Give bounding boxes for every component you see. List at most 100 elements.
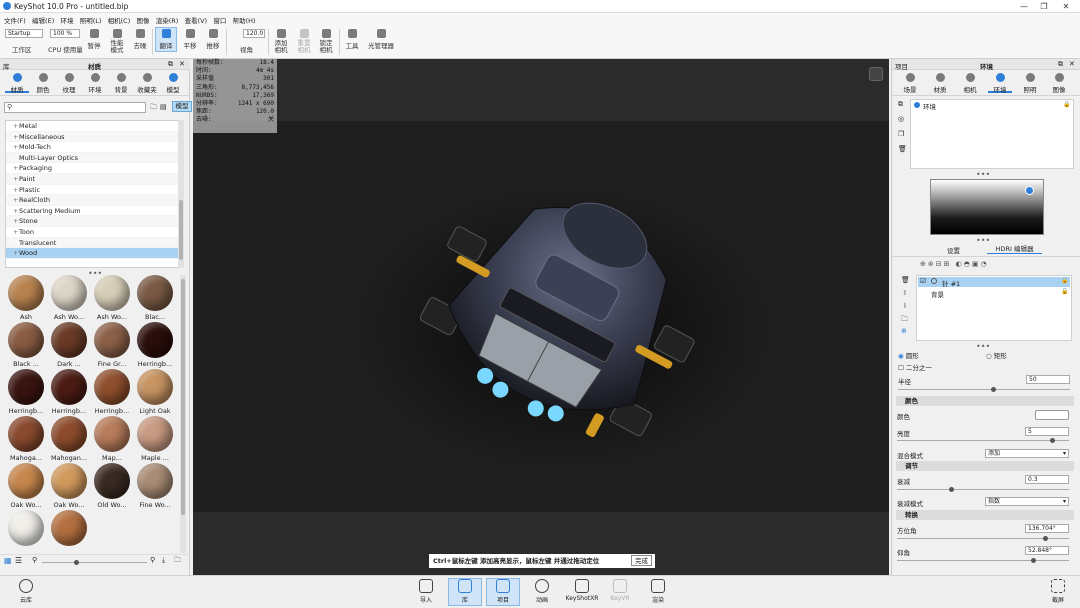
brightness-slider[interactable] <box>897 438 1069 443</box>
blend-mode-select[interactable]: 添加 <box>985 449 1069 458</box>
radius-slider[interactable] <box>898 387 1070 392</box>
tab-hdri-editor[interactable]: HDRI 编辑器 <box>987 243 1042 254</box>
color-swatch[interactable] <box>1035 410 1069 420</box>
pan-button[interactable]: 平移 <box>181 29 199 50</box>
tab-backplates[interactable]: 背景 <box>109 73 133 94</box>
splitter-handle[interactable]: ••• <box>976 170 990 179</box>
menu-window[interactable]: 窗口 <box>213 15 226 25</box>
move-down-icon[interactable]: ⬇ <box>902 302 908 310</box>
tab-scene[interactable]: 场景 <box>898 73 922 94</box>
material-tile[interactable]: Fine Gr... <box>92 322 132 368</box>
tree-item[interactable]: +RealCloth <box>6 195 180 206</box>
workspace-select[interactable]: Startup <box>5 29 43 38</box>
tab-lighting[interactable]: 照明 <box>1018 73 1042 94</box>
tab-camera[interactable]: 相机 <box>958 73 982 94</box>
tab-settings[interactable]: 设置 <box>947 245 960 255</box>
denoise-button[interactable]: 去噪 <box>132 29 148 50</box>
menu-view[interactable]: 查看(V) <box>185 15 208 25</box>
elevation-input[interactable]: 52.848° <box>1025 546 1069 555</box>
tree-item[interactable]: +Plastic <box>6 185 180 196</box>
material-tile[interactable]: Oak Wo... <box>49 463 89 509</box>
folder-icon[interactable]: 🗀 <box>150 103 157 114</box>
target-icon[interactable]: ⊕ <box>901 327 907 335</box>
tree-item[interactable]: Multi-Layer Optics <box>6 152 180 164</box>
fov-input[interactable]: 120.0 <box>243 29 265 38</box>
tab-environment[interactable]: 环境 <box>988 73 1012 94</box>
cloud-library-button[interactable]: 云库 <box>12 579 40 604</box>
grid-scrollbar[interactable] <box>180 275 186 553</box>
pause-button[interactable]: 暂停 <box>86 29 102 50</box>
environment-list-item[interactable]: 环境 🔒 <box>913 101 1071 111</box>
move-up-icon[interactable]: ⬆ <box>902 289 908 297</box>
material-tile[interactable]: Black ... <box>6 322 46 368</box>
azimuth-slider[interactable] <box>897 536 1069 541</box>
half-checkbox[interactable]: ☐ 二分之一 <box>898 362 932 372</box>
menu-environment[interactable]: 环境 <box>60 15 73 25</box>
done-button[interactable]: 完成 <box>631 555 652 566</box>
tree-item[interactable]: +Packaging <box>6 163 180 174</box>
lock-camera-button[interactable]: 锁定 相机 <box>317 29 335 54</box>
animation-button[interactable]: 动画 <box>528 579 556 604</box>
tab-models[interactable]: 模型 <box>161 73 185 94</box>
material-tile[interactable]: Map... <box>92 416 132 462</box>
pin-item[interactable]: 背景 🔒 <box>918 288 1070 299</box>
pin-item[interactable]: ☑ 针 #1 🔒 <box>918 277 1070 288</box>
duplicate-icon[interactable]: ⧉ <box>898 100 903 109</box>
color-section-header[interactable]: 颜色 <box>896 396 1074 406</box>
list-view-icon[interactable]: ☰ <box>15 556 22 565</box>
close-panel-icon[interactable]: ✕ <box>179 60 185 68</box>
thumbnail-size-slider[interactable] <box>42 560 147 565</box>
folder-icon[interactable]: 🗀 <box>901 315 908 326</box>
tab-materials[interactable]: 材质 <box>5 73 29 94</box>
tab-material[interactable]: 材质 <box>928 73 952 94</box>
lock-icon[interactable]: 🔒 <box>1063 101 1070 108</box>
tree-item[interactable]: +Mold-Tech <box>6 142 180 153</box>
material-tile[interactable]: Herringb... <box>135 322 175 368</box>
screenshot-button[interactable]: 截屏 <box>1044 579 1072 604</box>
menu-camera[interactable]: 相机(C) <box>108 15 131 25</box>
material-tile[interactable]: Old Wo... <box>92 463 132 509</box>
close-panel-icon[interactable]: ✕ <box>1069 60 1075 68</box>
checkbox-checked-icon[interactable]: ☑ <box>920 277 926 285</box>
material-tile[interactable]: Mahogan... <box>49 416 89 462</box>
tab-image[interactable]: 图像 <box>1047 73 1071 94</box>
material-tile[interactable]: Herringb... <box>49 369 89 415</box>
copy-icon[interactable]: ❐ <box>898 130 904 138</box>
shape-circle-radio[interactable]: ◉ 圆形 <box>898 350 919 360</box>
keyvr-button[interactable]: KeyVR <box>606 579 634 602</box>
pin-marker[interactable] <box>1025 186 1034 195</box>
add-camera-button[interactable]: 添加 相机 <box>272 29 290 54</box>
falloff-input[interactable]: 0.3 <box>1025 475 1069 484</box>
menu-lighting[interactable]: 照明(L) <box>80 15 102 25</box>
folder-open-icon[interactable]: 🗀 <box>174 556 181 567</box>
material-tile[interactable]: Ash Wo... <box>49 275 89 321</box>
tree-item[interactable]: +Wood <box>6 248 180 259</box>
tab-favorites[interactable]: 收藏夹 <box>135 73 159 94</box>
shape-rect-radio[interactable]: ○ 矩形 <box>986 350 1007 360</box>
zoom-select[interactable]: 100 % <box>50 29 80 38</box>
material-tile[interactable]: Mahoga... <box>6 416 46 462</box>
material-tile[interactable]: Blac... <box>135 275 175 321</box>
tree-item[interactable]: +Miscellaneous <box>6 131 180 143</box>
tree-item[interactable]: +Metal <box>6 121 180 132</box>
material-tile[interactable]: Maple ... <box>135 416 175 462</box>
tree-item[interactable]: +Paint <box>6 173 180 185</box>
material-tile[interactable]: Herringb... <box>6 369 46 415</box>
material-tile[interactable]: Ash <box>6 275 46 321</box>
import-button[interactable]: 导入 <box>412 579 440 604</box>
menu-file[interactable]: 文件(F) <box>4 15 26 25</box>
dolly-button[interactable]: 推移 <box>204 29 222 50</box>
tab-environments[interactable]: 环境 <box>83 73 107 94</box>
upload-icon[interactable]: ⤓ <box>162 556 165 565</box>
menu-edit[interactable]: 编辑(E) <box>32 15 54 25</box>
material-tile[interactable]: Fine Wo... <box>135 463 175 509</box>
tools-button[interactable]: 工具 <box>343 29 361 50</box>
falloff-mode-select[interactable]: 指数 <box>985 497 1069 506</box>
tab-colors[interactable]: 颜色 <box>31 73 55 94</box>
tab-textures[interactable]: 纹理 <box>57 73 81 94</box>
material-tile[interactable]: Dark ... <box>49 322 89 368</box>
project-button[interactable]: 项目 <box>486 578 520 606</box>
light-manager-button[interactable]: 光管理器 <box>366 29 396 50</box>
maximize-button[interactable]: ❐ <box>1034 1 1054 12</box>
tumble-button[interactable]: 翻译 <box>155 27 177 52</box>
